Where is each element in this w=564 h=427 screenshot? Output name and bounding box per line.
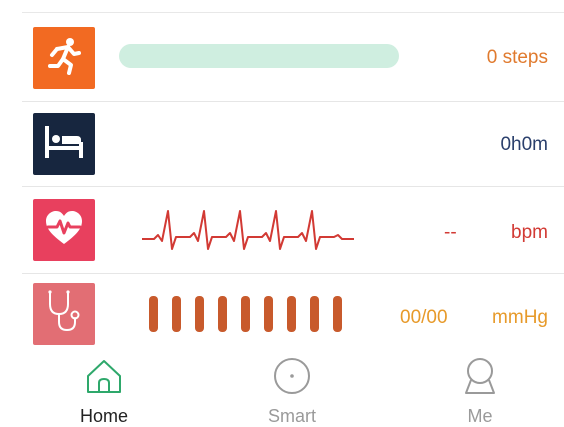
sleep-row[interactable]: 0h0m [0, 102, 564, 186]
steps-progress-bar [119, 44, 399, 68]
sleep-tile [33, 113, 95, 175]
heart-waveform [142, 205, 354, 260]
bp-bar [264, 296, 273, 332]
bp-bar [310, 296, 319, 332]
bed-icon [41, 122, 87, 167]
heart-pulse-icon [42, 208, 86, 253]
nav-me[interactable]: Me [420, 348, 540, 426]
bottom-nav: Home Smart Me [0, 348, 564, 426]
bp-value: 00/00 [400, 307, 448, 328]
nav-home-label: Home [79, 406, 128, 426]
bp-bar [149, 296, 158, 332]
smart-circle-icon [272, 356, 312, 396]
bp-bar [333, 296, 342, 332]
stethoscope-icon [42, 288, 86, 341]
bp-bar [195, 296, 204, 332]
steps-value: 0 steps [486, 47, 548, 68]
bp-bars [149, 296, 349, 332]
heart-rate-row[interactable]: -- bpm [0, 187, 564, 273]
steps-row[interactable]: 0 steps [0, 13, 564, 101]
steps-tile [33, 27, 95, 89]
nav-me-label: Me [467, 406, 493, 426]
nav-smart-label: Smart [267, 406, 316, 426]
heart-tile [33, 199, 95, 261]
nav-smart[interactable]: Smart [232, 348, 352, 426]
nav-home[interactable]: Home [44, 348, 164, 426]
person-icon [460, 356, 500, 396]
home-icon [84, 356, 124, 396]
bp-bar [218, 296, 227, 332]
heart-rate-value: -- [444, 222, 457, 243]
bp-unit: mmHg [492, 307, 548, 328]
heart-rate-unit: bpm [511, 222, 548, 243]
sleep-value: 0h0m [500, 134, 548, 155]
bp-bar [172, 296, 181, 332]
bp-bar [287, 296, 296, 332]
bp-tile [33, 283, 95, 345]
blood-pressure-row[interactable]: 00/00 mmHg [0, 274, 564, 348]
bp-bar [241, 296, 250, 332]
running-person-icon [43, 35, 85, 82]
